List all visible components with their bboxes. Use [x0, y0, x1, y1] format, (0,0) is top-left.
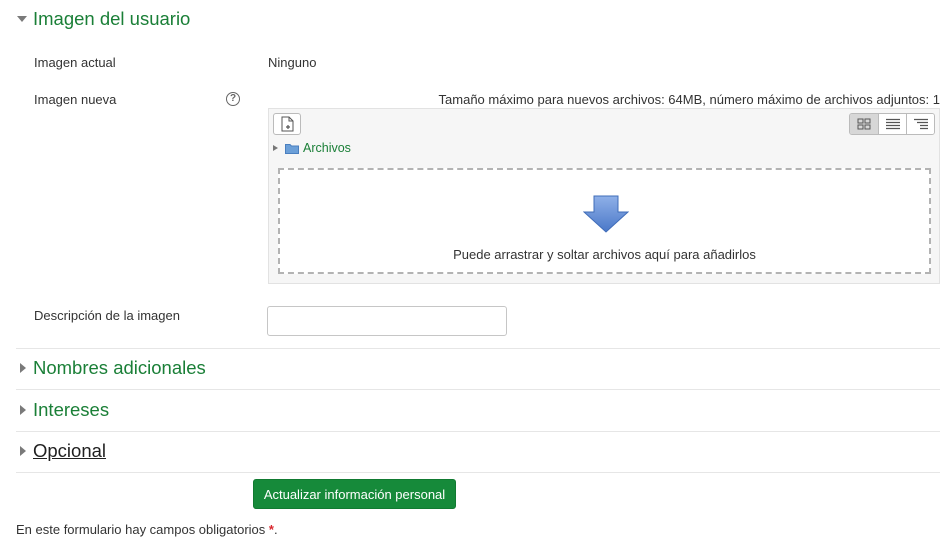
divider [16, 472, 940, 473]
divider [16, 348, 940, 349]
image-description-input[interactable] [267, 306, 507, 336]
caret-right-icon [16, 361, 30, 375]
help-icon[interactable]: ? [226, 92, 240, 106]
section-title: Intereses [33, 399, 110, 420]
image-description-label: Descripción de la imagen [34, 308, 180, 323]
grid-view-button[interactable] [850, 114, 878, 134]
update-profile-button[interactable]: Actualizar información personal [253, 479, 456, 509]
section-title: Imagen del usuario [33, 8, 191, 29]
folder-tree-item[interactable]: Archivos [273, 141, 351, 155]
drop-zone-text: Puede arrastrar y soltar archivos aquí p… [453, 247, 756, 262]
section-header-optional[interactable]: Opcional [16, 440, 106, 462]
file-picker: Archivos Puede arrastrar y soltar archiv… [268, 108, 940, 284]
caret-right-icon [16, 444, 30, 458]
tree-view-icon [914, 118, 928, 130]
down-arrow-icon [583, 195, 629, 233]
required-fields-note: En este formulario hay campos obligatori… [16, 522, 278, 537]
add-file-button[interactable] [273, 113, 301, 135]
divider [16, 389, 940, 390]
file-limits-text: Tamaño máximo para nuevos archivos: 64MB… [438, 92, 940, 107]
list-view-icon [886, 118, 900, 130]
new-image-label: Imagen nueva [34, 92, 117, 107]
section-header-interests[interactable]: Intereses [16, 399, 109, 421]
section-header-user-image[interactable]: Imagen del usuario [16, 8, 190, 30]
current-image-value: Ninguno [268, 55, 317, 70]
folder-icon [285, 143, 299, 154]
note-period: . [273, 522, 278, 537]
caret-down-icon [16, 12, 30, 26]
drop-zone[interactable]: Puede arrastrar y soltar archivos aquí p… [278, 168, 931, 274]
folder-label[interactable]: Archivos [303, 141, 351, 155]
section-title: Opcional [33, 440, 107, 461]
add-file-icon [281, 116, 294, 132]
grid-view-icon [857, 118, 871, 130]
tree-expand-icon [273, 145, 278, 151]
caret-right-icon [16, 403, 30, 417]
section-header-additional-names[interactable]: Nombres adicionales [16, 357, 206, 379]
current-image-label: Imagen actual [34, 55, 116, 70]
list-view-button[interactable] [878, 114, 906, 134]
section-title: Nombres adicionales [33, 357, 206, 378]
view-switcher [849, 113, 935, 135]
tree-view-button[interactable] [906, 114, 934, 134]
required-note-text: En este formulario hay campos obligatori… [16, 522, 266, 537]
divider [16, 431, 940, 432]
